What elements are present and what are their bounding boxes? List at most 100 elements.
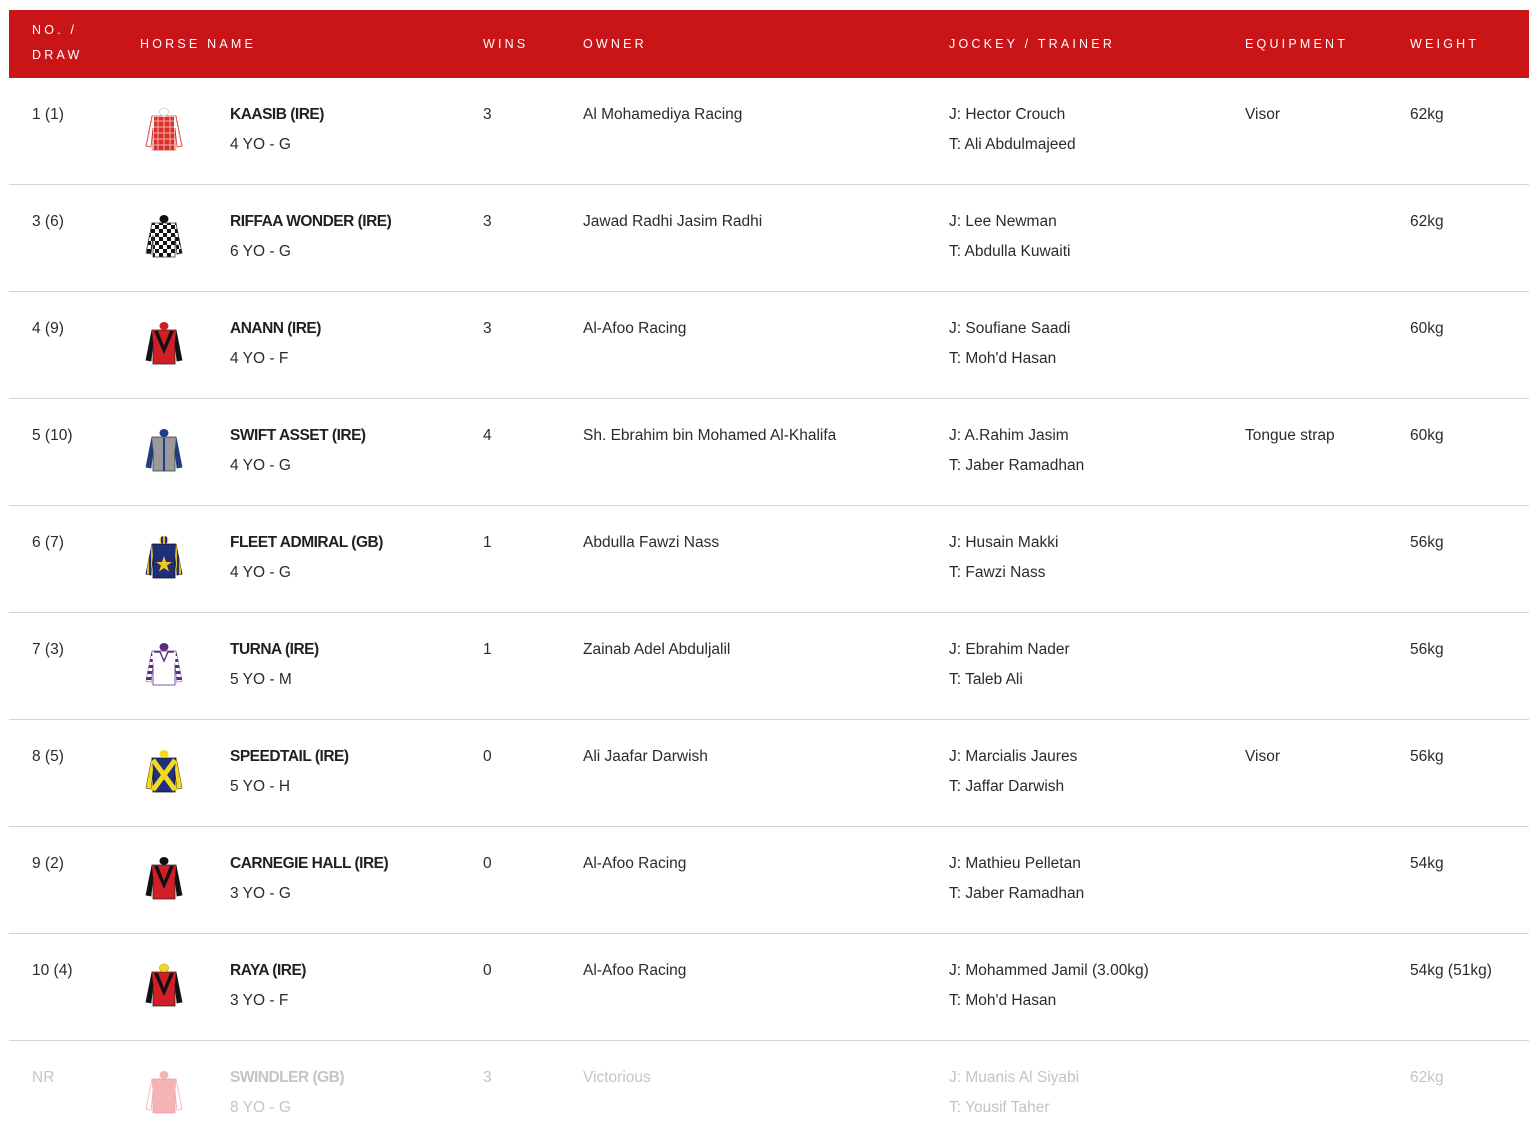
wins-value: 1 (483, 641, 492, 658)
runner-number: NR (32, 1069, 55, 1086)
horse-name-link[interactable]: CARNEGIE HALL (IRE) (230, 849, 389, 879)
horse-age-sex: 6 YO - G (230, 243, 291, 260)
owner-name: Ali Jaafar Darwish (583, 748, 708, 765)
weight-value: 60kg (1410, 427, 1444, 444)
trainer-name: T: Jaber Ramadhan (949, 457, 1085, 474)
horse-name-link[interactable]: ANANN (IRE) (230, 314, 321, 344)
jockey-trainer: J: Mohammed Jamil (3.00kg) T: Moh'd Hasa… (949, 956, 1149, 1016)
header-equipment[interactable]: EQUIPMENT (1245, 32, 1348, 57)
jockey-silk-icon (145, 536, 183, 579)
header-jockey-trainer[interactable]: JOCKEY / TRAINER (949, 32, 1115, 57)
header-weight[interactable]: WEIGHT (1410, 32, 1479, 57)
runner-number: 1 (1) (32, 106, 64, 123)
trainer-name: T: Yousif Taher (949, 1099, 1050, 1116)
horse-info: RIFFAA WONDER (IRE) 6 YO - G (230, 207, 392, 267)
wins-value: 1 (483, 534, 492, 551)
weight-value: 54kg (1410, 855, 1444, 872)
table-row[interactable]: 7 (3) TURNA (IRE) 5 YO - M 1 Zainab Adel… (9, 613, 1529, 720)
table-row[interactable]: 6 (7) FLEET ADMIRAL (GB) 4 YO - G 1 Abdu… (9, 506, 1529, 613)
horse-info: SWINDLER (GB) 8 YO - G (230, 1063, 345, 1123)
table-row[interactable]: 8 (5) SPEEDTAIL (IRE) 5 YO - H 0 Ali Jaa… (9, 720, 1529, 827)
jockey-silk-icon (145, 429, 183, 472)
wins-value: 3 (483, 106, 492, 123)
header-draw-label: DRAW (32, 48, 83, 62)
jockey-trainer: J: Hector Crouch T: Ali Abdulmajeed (949, 100, 1076, 160)
horse-info: SWIFT ASSET (IRE) 4 YO - G (230, 421, 366, 481)
table-row[interactable]: 10 (4) RAYA (IRE) 3 YO - F 0 Al-Afoo Rac… (9, 934, 1529, 1041)
weight-value: 56kg (1410, 641, 1444, 658)
header-no-draw[interactable]: NO. / DRAW (32, 18, 83, 68)
jockey-name: J: Lee Newman (949, 213, 1057, 230)
horse-age-sex: 4 YO - G (230, 564, 291, 581)
equipment-value: Tongue strap (1245, 427, 1335, 444)
horse-age-sex: 3 YO - F (230, 992, 289, 1009)
table-row[interactable]: 5 (10) SWIFT ASSET (IRE) 4 YO - G 4 Sh. … (9, 399, 1529, 506)
jockey-trainer: J: Marcialis Jaures T: Jaffar Darwish (949, 742, 1077, 802)
jockey-trainer: J: Ebrahim Nader T: Taleb Ali (949, 635, 1070, 695)
weight-value: 62kg (1410, 1069, 1444, 1086)
wins-value: 0 (483, 748, 492, 765)
owner-name: Zainab Adel Abduljalil (583, 641, 731, 658)
horse-info: ANANN (IRE) 4 YO - F (230, 314, 321, 374)
table-row[interactable]: 4 (9) ANANN (IRE) 4 YO - F 3 Al-Afoo Rac… (9, 292, 1529, 399)
jockey-silk-icon (145, 322, 183, 365)
jockey-name: J: Muanis Al Siyabi (949, 1069, 1080, 1086)
horse-age-sex: 3 YO - G (230, 885, 291, 902)
horse-age-sex: 4 YO - F (230, 350, 289, 367)
wins-value: 3 (483, 1069, 492, 1086)
horse-name-link[interactable]: RAYA (IRE) (230, 956, 306, 986)
equipment-value: Visor (1245, 106, 1281, 123)
jockey-name: J: Ebrahim Nader (949, 641, 1070, 658)
runner-number: 3 (6) (32, 213, 64, 230)
trainer-name: T: Ali Abdulmajeed (949, 136, 1076, 153)
header-wins[interactable]: WINS (483, 32, 528, 57)
table-row-non-runner[interactable]: NR SWINDLER (GB) 8 YO - G 3 Victorious J… (9, 1041, 1529, 1147)
owner-name: Victorious (583, 1069, 651, 1086)
jockey-trainer: J: Husain Makki T: Fawzi Nass (949, 528, 1058, 588)
jockey-trainer: J: Muanis Al Siyabi T: Yousif Taher (949, 1063, 1079, 1123)
jockey-trainer: J: Soufiane Saadi T: Moh'd Hasan (949, 314, 1071, 374)
jockey-name: J: Marcialis Jaures (949, 748, 1078, 765)
trainer-name: T: Fawzi Nass (949, 564, 1046, 581)
horse-name-link[interactable]: SPEEDTAIL (IRE) (230, 742, 349, 772)
wins-value: 0 (483, 962, 492, 979)
runner-number: 5 (10) (32, 427, 73, 444)
wins-value: 3 (483, 320, 492, 337)
weight-value: 60kg (1410, 320, 1444, 337)
header-horse-name[interactable]: HORSE NAME (140, 32, 256, 57)
horse-name-link[interactable]: TURNA (IRE) (230, 635, 319, 665)
runner-number: 8 (5) (32, 748, 64, 765)
horse-name-link[interactable]: KAASIB (IRE) (230, 100, 324, 130)
header-no-label: NO. / (32, 23, 78, 37)
horse-age-sex: 8 YO - G (230, 1099, 291, 1116)
horse-name-link[interactable]: FLEET ADMIRAL (GB) (230, 528, 383, 558)
weight-value: 54kg (51kg) (1410, 962, 1492, 979)
wins-value: 4 (483, 427, 492, 444)
jockey-silk-icon (145, 107, 183, 151)
table-row[interactable]: 3 (6) RIFFAA WONDER (IRE) 6 YO - G 3 Jaw… (9, 185, 1529, 292)
jockey-trainer: J: Lee Newman T: Abdulla Kuwaiti (949, 207, 1071, 267)
horse-age-sex: 4 YO - G (230, 457, 291, 474)
table-row[interactable]: 9 (2) CARNEGIE HALL (IRE) 3 YO - G 0 Al-… (9, 827, 1529, 934)
jockey-name: J: Hector Crouch (949, 106, 1066, 123)
horse-info: RAYA (IRE) 3 YO - F (230, 956, 306, 1016)
horse-name-link[interactable]: SWINDLER (GB) (230, 1063, 345, 1093)
jockey-trainer: J: Mathieu Pelletan T: Jaber Ramadhan (949, 849, 1084, 909)
owner-name: Sh. Ebrahim bin Mohamed Al-Khalifa (583, 427, 837, 444)
weight-value: 62kg (1410, 213, 1444, 230)
weight-value: 62kg (1410, 106, 1444, 123)
jockey-silk-icon (145, 643, 183, 686)
wins-value: 0 (483, 855, 492, 872)
header-owner[interactable]: OWNER (583, 32, 647, 57)
horse-name-link[interactable]: SWIFT ASSET (IRE) (230, 421, 366, 451)
racecard-table: NO. / DRAW HORSE NAME WINS OWNER JOCKEY … (9, 10, 1529, 1147)
runner-number: 4 (9) (32, 320, 64, 337)
jockey-silk-icon (145, 857, 183, 900)
horse-info: FLEET ADMIRAL (GB) 4 YO - G (230, 528, 383, 588)
horse-name-link[interactable]: RIFFAA WONDER (IRE) (230, 207, 392, 237)
jockey-silk-icon (145, 750, 183, 793)
trainer-name: T: Moh'd Hasan (949, 350, 1057, 367)
trainer-name: T: Jaffar Darwish (949, 778, 1065, 795)
table-row[interactable]: 1 (1) KAASIB (IRE) 4 YO - G 3 Al Mohamed… (9, 78, 1529, 185)
jockey-trainer: J: A.Rahim Jasim T: Jaber Ramadhan (949, 421, 1084, 481)
